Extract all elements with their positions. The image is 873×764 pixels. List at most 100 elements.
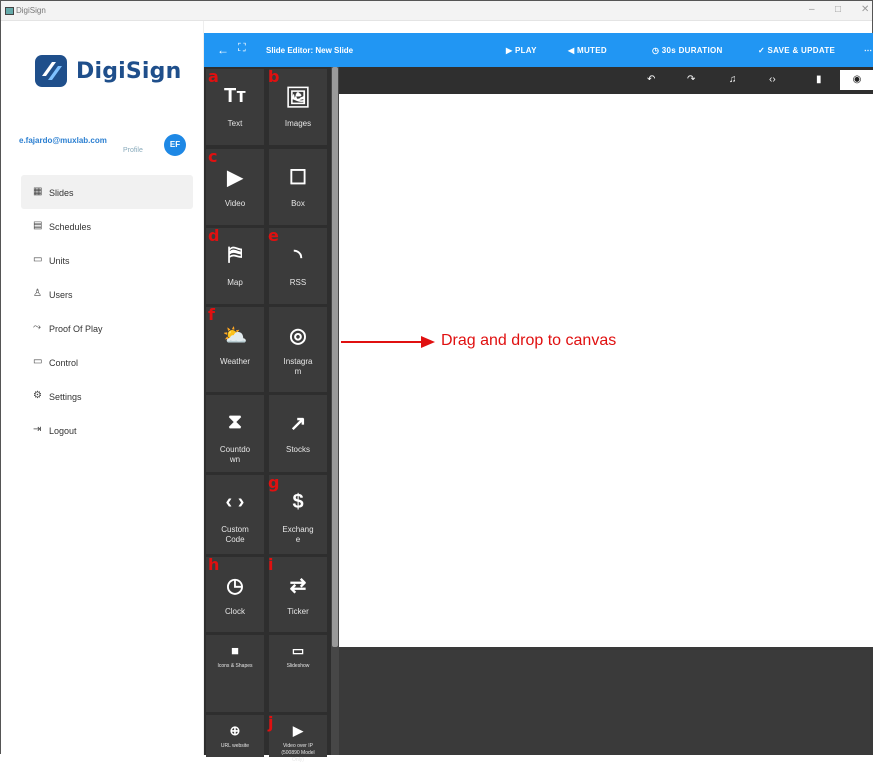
map-icon: ⛿ — [227, 244, 243, 266]
play-button[interactable]: ▶ PLAY — [506, 46, 537, 55]
widget-label: Clock — [224, 607, 245, 616]
calendar-icon: ▤ — [33, 220, 43, 231]
muted-button[interactable]: ◀ MUTED — [568, 46, 607, 55]
image-icon: 🖼 — [285, 87, 311, 109]
fullscreen-icon[interactable]: ⛶ — [238, 42, 246, 55]
widget-label: Stocks — [285, 445, 310, 454]
logout-icon: ⇥ — [33, 424, 42, 435]
close-button[interactable]: ✕ — [861, 4, 869, 15]
rss-icon: ◝ — [294, 246, 302, 268]
slide-canvas[interactable] — [339, 94, 873, 647]
annotation-arrow-icon — [341, 336, 435, 348]
duration-button[interactable]: ◷ 30s DURATION — [652, 46, 723, 55]
weather-icon: ⛅ — [222, 325, 248, 347]
code-view-icon[interactable]: ‹› — [769, 74, 776, 85]
gear-icon: ⚙ — [33, 390, 42, 401]
slideshow-icon: ▭ — [291, 643, 305, 658]
globe-icon: ⊕ — [229, 723, 241, 738]
trend-icon: ⤳ — [33, 322, 41, 333]
sidebar-item-settings[interactable]: ⚙ Settings — [21, 379, 193, 413]
widget-label: Video over IP — [283, 743, 313, 749]
code-icon: ‹ › — [225, 491, 245, 513]
annotation-letter: b — [268, 67, 280, 86]
annotation-letter: h — [208, 555, 220, 574]
preview-eye-icon[interactable]: ◉ — [840, 70, 873, 90]
monitor-icon: ▭ — [33, 356, 43, 367]
widget-label: wn — [229, 455, 241, 464]
widget-label: Exchang — [282, 525, 314, 534]
ticker-icon: ⇄ — [289, 575, 307, 597]
user-icon: ♙ — [33, 288, 42, 299]
stocks-icon: ↗ — [289, 413, 307, 435]
minimize-button[interactable]: – — [809, 4, 815, 15]
widget-label: e — [295, 535, 301, 544]
back-arrow-icon[interactable]: ← — [217, 43, 229, 57]
widget-label: Code — [225, 535, 245, 544]
sidebar-item-units[interactable]: ▭ Units — [21, 243, 193, 277]
scrollbar-thumb[interactable] — [332, 67, 338, 647]
redo-icon[interactable]: ↷ — [687, 74, 695, 85]
music-icon[interactable]: ♫ — [729, 74, 737, 85]
sidebar-item-label: Schedules — [49, 222, 92, 232]
widget-icons-shapes[interactable]: ■ Icons & Shapes — [206, 635, 264, 712]
logo-mark-icon — [35, 55, 67, 87]
sidebar-item-label: Slides — [49, 188, 74, 198]
dollar-icon: $ — [292, 491, 304, 513]
widget-label: Icons & Shapes — [217, 663, 253, 669]
user-email[interactable]: e.fajardo@muxlab.com — [19, 136, 107, 145]
widget-instagram[interactable]: ◎ Instagra m — [269, 307, 327, 392]
avatar[interactable]: EF — [164, 134, 186, 156]
widget-label: Instagra — [283, 357, 313, 366]
widget-ticker[interactable]: ⇄ Ticker — [269, 557, 327, 632]
editor-topbar: ← ⛶ Slide Editor: New Slide ▶ PLAY ◀ MUT… — [204, 33, 873, 67]
widget-label: Text — [227, 119, 243, 128]
sidebar-item-control[interactable]: ▭ Control — [21, 345, 193, 379]
video-icon: ▶ — [227, 167, 243, 189]
sidebar: DigiSign e.fajardo@muxlab.com Profile EF… — [1, 21, 204, 755]
text-icon: Tт — [223, 85, 246, 107]
device-icon[interactable]: ▮ — [816, 74, 822, 85]
sidebar-item-proof-of-play[interactable]: ⤳ Proof Of Play — [21, 311, 193, 345]
sidebar-item-logout[interactable]: ⇥ Logout — [21, 413, 193, 447]
instagram-icon: ◎ — [289, 325, 307, 347]
sidebar-nav: ▦ Slides ▤ Schedules ▭ Units ♙ Users ⤳ Proof Of P… — [21, 175, 193, 447]
annotation-letter: f — [208, 305, 215, 324]
annotation-letter: c — [208, 147, 218, 166]
app-icon — [5, 7, 14, 15]
widget-label: Only) — [292, 757, 304, 763]
widget-label: Video — [224, 199, 246, 208]
annotation-letter: g — [268, 473, 280, 492]
annotation-letter: i — [268, 555, 274, 574]
sidebar-item-label: Proof Of Play — [49, 324, 103, 334]
more-button[interactable]: ⋯ — [864, 46, 872, 55]
profile-link[interactable]: Profile — [123, 147, 143, 154]
shapes-icon: ■ — [231, 643, 239, 658]
widget-box[interactable]: ☐ Box — [269, 149, 327, 225]
logo: DigiSign — [34, 54, 184, 90]
widget-stocks[interactable]: ↗ Stocks — [269, 395, 327, 472]
widget-label: Slideshow — [286, 663, 310, 669]
annotation-letter: a — [208, 67, 219, 86]
widget-slideshow[interactable]: ▭ Slideshow — [269, 635, 327, 712]
widget-countdown[interactable]: ⧗ Countdo wn — [206, 395, 264, 472]
annotation-letter: d — [208, 226, 220, 245]
sidebar-item-schedules[interactable]: ▤ Schedules — [21, 209, 193, 243]
undo-icon[interactable]: ↶ — [647, 74, 655, 85]
widget-label: Countdo — [219, 445, 251, 454]
video-ip-icon: ▶ — [293, 723, 303, 738]
widget-label: Ticker — [287, 607, 309, 616]
app-window: DigiSign – □ ✕ DigiSign e.fajardo@muxlab… — [0, 0, 873, 763]
widget-video-over-ip-500890-model-only[interactable]: ▶ Video over IP (500890 Model Only) — [269, 715, 327, 763]
sidebar-item-label: Settings — [49, 392, 82, 402]
hourglass-icon: ⧗ — [227, 411, 243, 433]
annotation-letter: j — [268, 713, 274, 732]
widget-url-website[interactable]: ⊕ URL website — [206, 715, 264, 757]
sidebar-item-users[interactable]: ♙ Users — [21, 277, 193, 311]
widget-label: URL website — [220, 743, 250, 749]
widget-label: Box — [291, 199, 305, 208]
widget-panel: Tт Text a 🖼 Images b ▶ Video c ☐ Box ⛿ Map d ◝ RSS e ⛅ Wea… — [204, 67, 331, 763]
sidebar-item-slides[interactable]: ▦ Slides — [21, 175, 193, 209]
widget-custom-code[interactable]: ‹ › Custom Code — [206, 475, 264, 554]
maximize-button[interactable]: □ — [835, 4, 841, 15]
save-update-button[interactable]: ✓ SAVE & UPDATE — [758, 46, 835, 55]
